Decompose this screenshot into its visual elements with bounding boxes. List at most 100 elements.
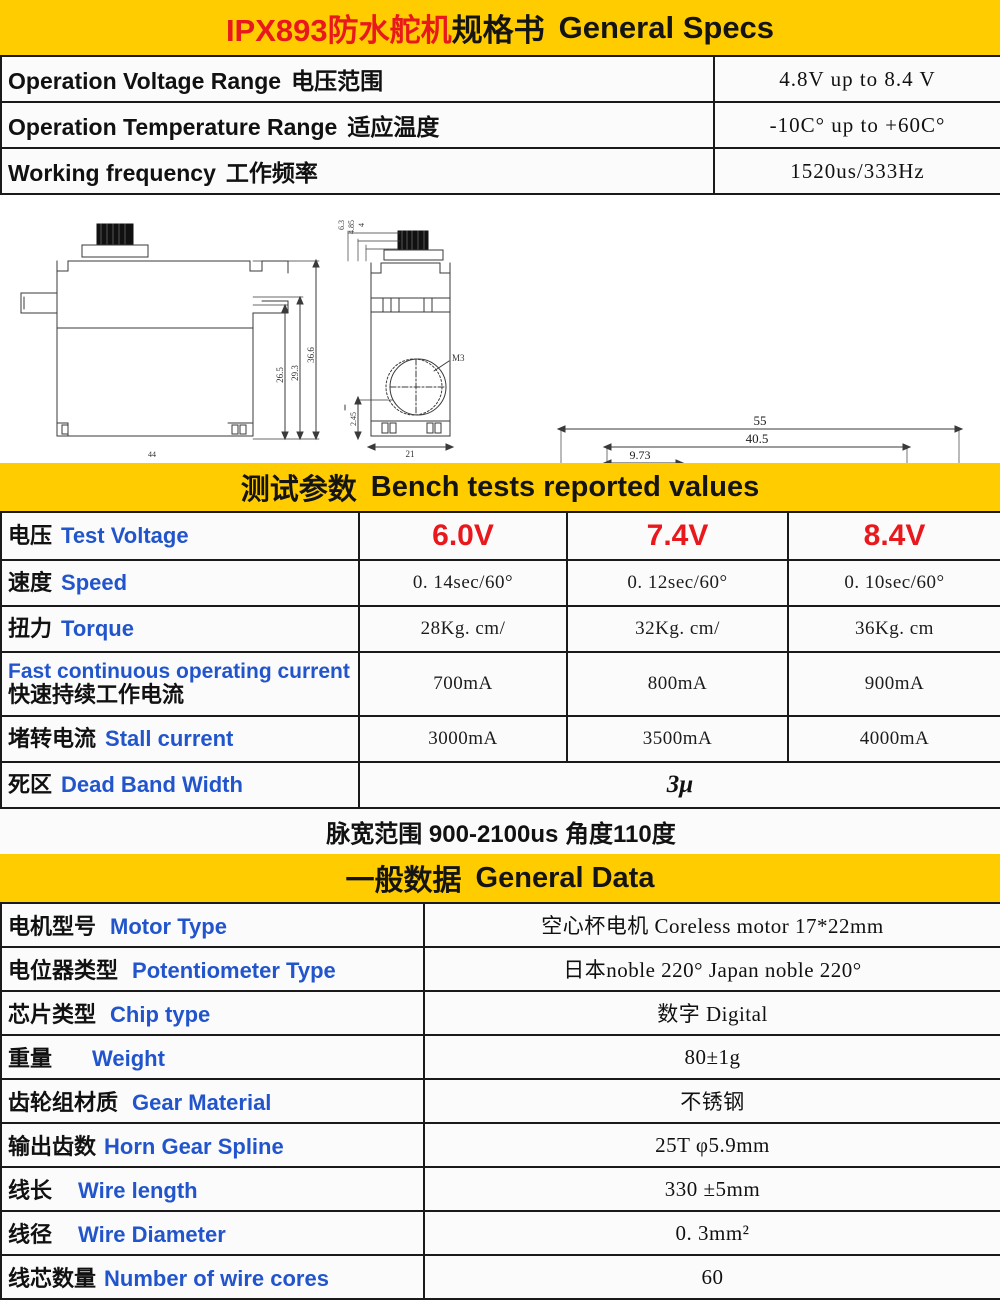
gd-value-wire-length: 330 ±5mm (423, 1166, 1000, 1212)
gd-value-weight: 80±1g (423, 1034, 1000, 1080)
bench-label-dead-band: 死区 Dead Band Width (0, 761, 360, 809)
bench-tests-banner: 测试参数 Bench tests reported values (0, 463, 1000, 511)
label-en: Gear Material (132, 1090, 272, 1115)
gd-value-wire-diameter: 0. 3mm² (423, 1210, 1000, 1256)
label-en: Operation Voltage Range (8, 68, 282, 94)
label-en: Wire Diameter (78, 1222, 226, 1247)
label-en: Operation Temperature Range (8, 114, 338, 140)
table-row: 芯片类型 Chip type 数字 Digital (0, 990, 1000, 1036)
gd-value-motor-type: 空心杯电机 Coreless motor 17*22mm (423, 902, 1000, 948)
table-row: 线长 Wire length 330 ±5mm (0, 1166, 1000, 1212)
table-row: 扭力 Torque 28Kg. cm/ 32Kg. cm/ 36Kg. cm (0, 605, 1000, 653)
general-specs-label-temperature: Operation Temperature Range 适应温度 (0, 101, 715, 149)
table-row: 电机型号 Motor Type 空心杯电机 Coreless motor 17*2… (0, 902, 1000, 948)
bench-label-test-voltage: 电压 Test Voltage (0, 511, 360, 561)
gd-label-motor-type: 电机型号 Motor Type (0, 902, 425, 948)
label-cn: 重量 (8, 1046, 53, 1071)
gd-label-horn-gear-spline: 输出齿数 Horn Gear Spline (0, 1122, 425, 1168)
gd-value-gear-material: 不锈钢 (423, 1078, 1000, 1124)
dim-6-3: 6.3 (337, 220, 346, 230)
label-en: Working frequency (8, 160, 216, 186)
label-en: Horn Gear Spline (104, 1134, 284, 1159)
table-row: 电压 Test Voltage 6.0V 7.4V 8.4V (0, 511, 1000, 561)
bench-label-stall-current: 堵转电流 Stall current (0, 715, 360, 763)
general-specs-value-frequency: 1520us/333Hz (713, 147, 1000, 195)
general-data-banner-en: General Data (475, 861, 655, 894)
technical-drawings: 26.5 29.3 36.6 44 6.3 4.85 4 M3 2.45 21 … (0, 195, 1000, 463)
label-en: Test Voltage (61, 522, 189, 548)
label-en: Speed (61, 569, 128, 595)
bench-value-voltage-84v: 8.4V (787, 511, 1000, 561)
general-data-banner-cn: 一般数据 (345, 865, 462, 897)
general-specs-label-frequency: Working frequency 工作频率 (0, 147, 715, 195)
label-en: Fast continuous operating current (8, 659, 350, 683)
gd-value-horn-gear-spline: 25T φ5.9mm (423, 1122, 1000, 1168)
front-view-drawing (344, 230, 455, 451)
dim-26-5: 26.5 (275, 367, 285, 383)
table-row: 死区 Dead Band Width 3μ (0, 761, 1000, 809)
gd-label-gear-material: 齿轮组材质 Gear Material (0, 1078, 425, 1124)
label-cn: 速度 (8, 569, 53, 595)
label-en: Stall current (105, 725, 234, 751)
table-row: 线径 Wire Diameter 0. 3mm² (0, 1210, 1000, 1256)
bench-value-fastcurrent-74v: 800mA (566, 651, 789, 717)
page-title-cn-red: IPX893防水舵机 (225, 13, 452, 48)
label-cn: 电压范围 (291, 68, 384, 94)
gd-label-weight: 重量 Weight (0, 1034, 425, 1080)
page-title-cn-black: 规格书 (451, 13, 545, 48)
bench-value-torque-74v: 32Kg. cm/ (566, 605, 789, 653)
pulse-width-note-row: 脉宽范围 900-2100us 角度110度 (1, 808, 1000, 854)
bench-label-torque: 扭力 Torque (0, 605, 360, 653)
dim-40-5: 40.5 (746, 431, 769, 446)
bench-value-speed-74v: 0. 12sec/60° (566, 559, 789, 607)
general-data-table: 电机型号 Motor Type 空心杯电机 Coreless motor 17*2… (0, 902, 1000, 1300)
table-row: 齿轮组材质 Gear Material 不锈钢 (0, 1078, 1000, 1124)
bench-value-speed-84v: 0. 10sec/60° (787, 559, 1000, 607)
dim-21: 21 (406, 449, 415, 459)
label-cn: 死区 (8, 771, 53, 797)
label-en: Wire length (78, 1178, 198, 1203)
label-en: Torque (61, 615, 134, 641)
label-en: Dead Band Width (61, 771, 243, 797)
gd-value-chip-type: 数字 Digital (423, 990, 1000, 1036)
label-en: Motor Type (110, 914, 227, 939)
table-row: 输出齿数 Horn Gear Spline 25T φ5.9mm (0, 1122, 1000, 1168)
gd-label-wire-diameter: 线径 Wire Diameter (0, 1210, 425, 1256)
label-en: Weight (92, 1046, 165, 1071)
label-cn: 工作频率 (225, 160, 318, 186)
label-cn: 电机型号 (8, 914, 97, 939)
bench-value-fastcurrent-6v: 700mA (358, 651, 568, 717)
dim-4-85: 4.85 (347, 220, 356, 234)
table-row: Fast continuous operating current 快速持续工作电… (0, 651, 1000, 717)
label-en: Potentiometer Type (132, 958, 336, 983)
bench-value-stall-6v: 3000mA (358, 715, 568, 763)
gd-label-potentiometer-type: 电位器类型 Potentiometer Type (0, 946, 425, 992)
dim-9-73: 9.73 (630, 448, 651, 462)
bench-tests-table: 电压 Test Voltage 6.0V 7.4V 8.4V 速度 Speed 0.… (0, 511, 1000, 854)
label-en: Chip type (110, 1002, 211, 1027)
table-row: 速度 Speed 0. 14sec/60° 0. 12sec/60° 0. 10s… (0, 559, 1000, 607)
table-row: Operation Voltage Range 电压范围 4.8V up to 8… (0, 55, 1000, 103)
table-row: Operation Temperature Range 适应温度 -10C° up… (0, 101, 1000, 149)
gd-label-wire-length: 线长 Wire length (0, 1166, 425, 1212)
gd-value-potentiometer-type: 日本noble 220° Japan noble 220° (423, 946, 1000, 992)
dim-36-6: 36.6 (306, 347, 316, 363)
general-specs-value-voltage: 4.8V up to 8.4 V (713, 55, 1000, 103)
label-cn: 线径 (8, 1222, 53, 1247)
bench-value-voltage-74v: 7.4V (566, 511, 789, 561)
label-cn: 芯片类型 (8, 1002, 97, 1027)
dim-55: 55 (754, 413, 767, 428)
bench-value-stall-84v: 4000mA (787, 715, 1000, 763)
bench-value-dead-band: 3μ (358, 761, 1000, 809)
bench-tests-banner-en: Bench tests reported values (370, 470, 760, 503)
table-row: Working frequency 工作频率 1520us/333Hz (0, 147, 1000, 195)
dim-2-45: 2.45 (349, 412, 358, 426)
bench-tests-banner-cn: 测试参数 (240, 474, 357, 506)
bench-value-stall-74v: 3500mA (566, 715, 789, 763)
table-row: 电位器类型 Potentiometer Type 日本noble 220° Jap… (0, 946, 1000, 992)
label-cn: 线芯数量 (8, 1266, 97, 1291)
label-cn: 输出齿数 (8, 1134, 97, 1159)
bench-label-fast-continuous-current: Fast continuous operating current 快速持续工作电… (0, 651, 360, 717)
servo-dimension-drawings: 26.5 29.3 36.6 44 6.3 4.85 4 M3 2.45 21 … (20, 220, 964, 463)
dim-44: 44 (148, 450, 156, 459)
